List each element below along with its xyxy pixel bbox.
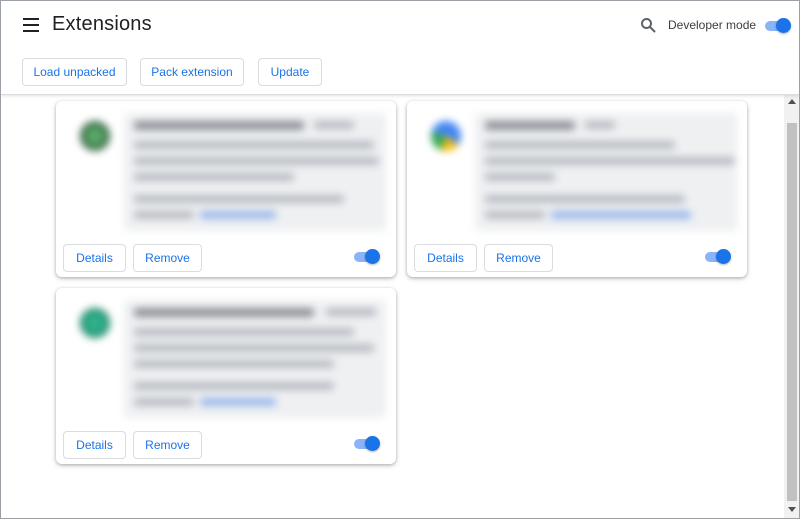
load-unpacked-button[interactable]: Load unpacked	[22, 58, 127, 86]
extension-info-blurred	[415, 107, 739, 231]
developer-mode-toggle[interactable]	[763, 18, 791, 34]
extension-card: Details Remove	[407, 101, 747, 277]
extensions-header: Extensions Developer mode Load unpacked …	[1, 1, 799, 95]
vertical-scrollbar[interactable]	[784, 95, 799, 518]
extension-card: Details Remove	[56, 101, 396, 277]
scroll-down-arrow-icon[interactable]	[788, 507, 796, 512]
extension-enable-toggle[interactable]	[352, 436, 380, 452]
scrollbar-thumb[interactable]	[787, 123, 797, 501]
extension-info-blurred	[64, 294, 388, 418]
browser-window: Extensions Developer mode Load unpacked …	[0, 0, 800, 519]
extension-enable-toggle[interactable]	[352, 249, 380, 265]
details-button[interactable]: Details	[63, 431, 126, 459]
remove-button[interactable]: Remove	[484, 244, 553, 272]
extensions-list: Details Remove Details Remove Details Re…	[1, 95, 784, 518]
update-button[interactable]: Update	[258, 58, 322, 86]
extension-enable-toggle[interactable]	[703, 249, 731, 265]
extension-icon	[431, 121, 461, 151]
extension-icon	[80, 308, 110, 338]
extension-icon	[80, 121, 110, 151]
pack-extension-button[interactable]: Pack extension	[140, 58, 244, 86]
page-title: Extensions	[52, 13, 152, 35]
hamburger-menu-icon[interactable]	[23, 18, 39, 32]
details-button[interactable]: Details	[414, 244, 477, 272]
search-icon[interactable]	[640, 17, 656, 33]
developer-mode-label: Developer mode	[668, 18, 757, 32]
scroll-up-arrow-icon[interactable]	[788, 99, 796, 104]
details-button[interactable]: Details	[63, 244, 126, 272]
extension-card: Details Remove	[56, 288, 396, 464]
extension-info-blurred	[64, 107, 388, 231]
remove-button[interactable]: Remove	[133, 244, 202, 272]
remove-button[interactable]: Remove	[133, 431, 202, 459]
